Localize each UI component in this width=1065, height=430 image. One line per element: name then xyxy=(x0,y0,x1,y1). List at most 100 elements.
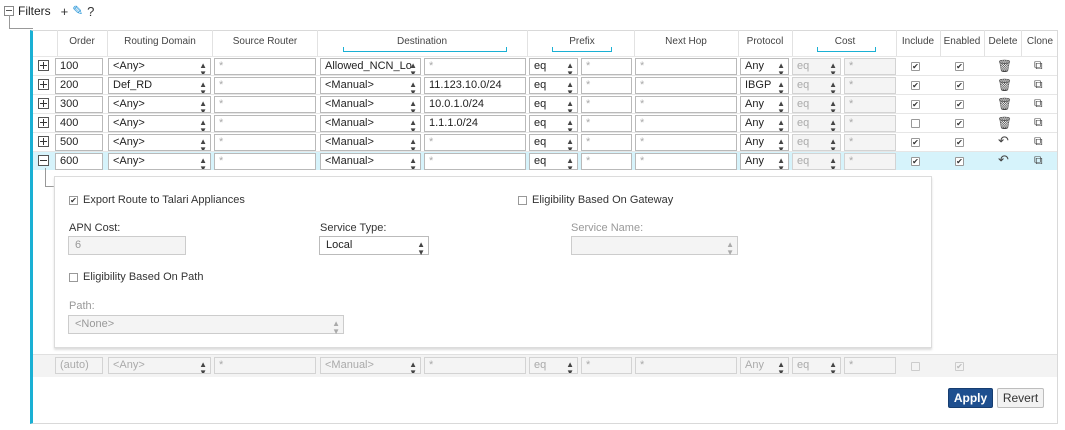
prefix-op-select[interactable]: eq ▲ ▼ xyxy=(529,153,578,170)
routing-domain-select[interactable]: <Any> ▲ ▼ xyxy=(108,115,211,132)
destination-select[interactable]: <Manual> ▲ ▼ xyxy=(320,153,421,170)
destination-ip-input[interactable]: * xyxy=(424,134,526,151)
include-checkbox[interactable]: ✔ xyxy=(911,62,920,71)
col-destination[interactable]: Destination xyxy=(322,36,522,47)
enabled-checkbox[interactable]: ✔ xyxy=(955,62,964,71)
cost-input[interactable]: * xyxy=(844,115,896,132)
enabled-checkbox[interactable]: ✔ xyxy=(955,138,964,147)
revert-button[interactable]: Revert xyxy=(997,388,1044,408)
order-input[interactable]: 400 xyxy=(55,115,103,132)
table-row[interactable]: 300 <Any> ▲ ▼ * <Manual> ▲ ▼ 10.0.1.0/24 eq ▲ ▼ * * An… xyxy=(33,94,1057,113)
gateway-eligibility-checkbox[interactable] xyxy=(518,196,527,205)
prefix-op-select[interactable]: eq ▲ ▼ xyxy=(529,77,578,94)
routing-domain-select[interactable]: Def_RD ▲ ▼ xyxy=(108,77,211,94)
new-next-hop-input[interactable]: * xyxy=(635,357,737,374)
new-prefix-value-input[interactable]: * xyxy=(581,357,632,374)
include-checkbox[interactable]: ✔ xyxy=(911,157,920,166)
enabled-checkbox[interactable]: ✔ xyxy=(955,157,964,166)
service-name-select[interactable]: ▲ ▼ xyxy=(571,236,738,257)
destination-select[interactable]: <Manual> ▲ ▼ xyxy=(320,134,421,151)
source-router-input[interactable]: * xyxy=(214,96,316,113)
col-prefix[interactable]: Prefix xyxy=(530,36,634,47)
new-protocol-select[interactable]: Any ▲ ▼ xyxy=(740,357,789,374)
clone-icon[interactable]: ⧉ xyxy=(1034,154,1043,166)
routing-domain-select[interactable]: <Any> ▲ ▼ xyxy=(108,58,211,75)
cost-op-select[interactable]: eq ▲ ▼ xyxy=(792,115,841,132)
col-include[interactable]: Include xyxy=(898,36,938,47)
include-checkbox[interactable]: ✔ xyxy=(911,81,920,90)
col-routing-domain[interactable]: Routing Domain xyxy=(110,36,210,47)
protocol-select[interactable]: Any ▲ ▼ xyxy=(740,153,789,170)
trash-icon[interactable]: 🗑 xyxy=(997,79,1012,91)
col-cost[interactable]: Cost xyxy=(795,36,895,47)
next-hop-input[interactable]: * xyxy=(635,96,737,113)
trash-icon[interactable]: 🗑 xyxy=(997,117,1012,129)
clone-icon[interactable]: ⧉ xyxy=(1034,116,1043,128)
prefix-value-input[interactable]: * xyxy=(581,134,632,151)
destination-ip-input[interactable]: * xyxy=(424,58,526,75)
cost-op-select[interactable]: eq ▲ ▼ xyxy=(792,134,841,151)
table-row[interactable]: 500 <Any> ▲ ▼ * <Manual> ▲ ▼ * eq ▲ ▼ * * Any ▲ ▼ eq ▲ ▼ * ✔ ✔… xyxy=(33,132,1057,151)
apply-button[interactable]: Apply xyxy=(948,388,993,408)
next-hop-input[interactable]: * xyxy=(635,77,737,94)
undo-icon[interactable]: ↶ xyxy=(998,134,1009,147)
cost-input[interactable]: * xyxy=(844,77,896,94)
routing-domain-select[interactable]: <Any> ▲ ▼ xyxy=(108,96,211,113)
protocol-select[interactable]: Any ▲ ▼ xyxy=(740,96,789,113)
destination-select[interactable]: Allowed_NCN_Lo ▲ ▼ xyxy=(320,58,421,75)
destination-select[interactable]: <Manual> ▲ ▼ xyxy=(320,96,421,113)
cost-input[interactable]: * xyxy=(844,153,896,170)
new-dest-ip-input[interactable]: * xyxy=(424,357,526,374)
clone-icon[interactable]: ⧉ xyxy=(1034,135,1043,147)
new-domain-select[interactable]: <Any> ▲ ▼ xyxy=(108,357,211,374)
trash-icon[interactable]: 🗑 xyxy=(997,98,1012,110)
new-cost-op-select[interactable]: eq ▲ ▼ xyxy=(792,357,841,374)
col-protocol[interactable]: Protocol xyxy=(740,36,790,47)
protocol-select[interactable]: Any ▲ ▼ xyxy=(740,58,789,75)
new-prefix-select[interactable]: eq ▲ ▼ xyxy=(529,357,578,374)
order-input[interactable]: 600 xyxy=(55,153,103,170)
col-clone[interactable]: Clone xyxy=(1022,36,1058,47)
export-route-checkbox[interactable]: ✔ xyxy=(69,196,78,205)
col-next-hop[interactable]: Next Hop xyxy=(636,36,736,47)
prefix-op-select[interactable]: eq ▲ ▼ xyxy=(529,96,578,113)
new-source-input[interactable]: * xyxy=(214,357,316,374)
enabled-checkbox[interactable]: ✔ xyxy=(955,100,964,109)
include-checkbox[interactable] xyxy=(911,119,920,128)
expand-row-icon[interactable] xyxy=(38,136,49,147)
prefix-value-input[interactable]: * xyxy=(581,153,632,170)
protocol-select[interactable]: Any ▲ ▼ xyxy=(740,115,789,132)
expand-row-icon[interactable] xyxy=(38,98,49,109)
new-enabled-checkbox[interactable]: ✔ xyxy=(955,362,964,371)
edit-pencil-icon[interactable]: ✎ xyxy=(72,3,83,19)
expand-row-icon[interactable] xyxy=(38,60,49,71)
table-row[interactable]: 100 <Any> ▲ ▼ * Allowed_NCN_Lo ▲ ▼ * eq ▲ ▼ * * Any ▲ ▼ e… xyxy=(33,56,1057,75)
expand-row-icon[interactable] xyxy=(38,79,49,90)
source-router-input[interactable]: * xyxy=(214,134,316,151)
help-icon[interactable]: ? xyxy=(87,4,94,19)
include-checkbox[interactable]: ✔ xyxy=(911,100,920,109)
prefix-op-select[interactable]: eq ▲ ▼ xyxy=(529,115,578,132)
source-router-input[interactable]: * xyxy=(214,77,316,94)
add-icon[interactable]: + xyxy=(61,4,69,19)
new-cost-input[interactable]: * xyxy=(844,357,896,374)
routing-domain-select[interactable]: <Any> ▲ ▼ xyxy=(108,153,211,170)
cost-op-select[interactable]: eq ▲ ▼ xyxy=(792,77,841,94)
apn-cost-input[interactable]: 6 xyxy=(68,236,186,255)
include-checkbox[interactable]: ✔ xyxy=(911,138,920,147)
next-hop-input[interactable]: * xyxy=(635,153,737,170)
protocol-select[interactable]: Any ▲ ▼ xyxy=(740,134,789,151)
order-input[interactable]: 300 xyxy=(55,96,103,113)
next-hop-input[interactable]: * xyxy=(635,134,737,151)
clone-icon[interactable]: ⧉ xyxy=(1034,97,1043,109)
order-input[interactable]: 100 xyxy=(55,58,103,75)
table-row[interactable]: 200 Def_RD ▲ ▼ * <Manual> ▲ ▼ 11.123.10.0/24 eq ▲ ▼… xyxy=(33,75,1057,94)
prefix-op-select[interactable]: eq ▲ ▼ xyxy=(529,134,578,151)
cost-input[interactable]: * xyxy=(844,58,896,75)
destination-select[interactable]: <Manual> ▲ ▼ xyxy=(320,115,421,132)
path-eligibility-checkbox[interactable] xyxy=(69,273,78,282)
new-include-checkbox[interactable] xyxy=(911,362,920,371)
cost-op-select[interactable]: eq ▲ ▼ xyxy=(792,96,841,113)
col-enabled[interactable]: Enabled xyxy=(942,36,982,47)
prefix-value-input[interactable]: * xyxy=(581,58,632,75)
